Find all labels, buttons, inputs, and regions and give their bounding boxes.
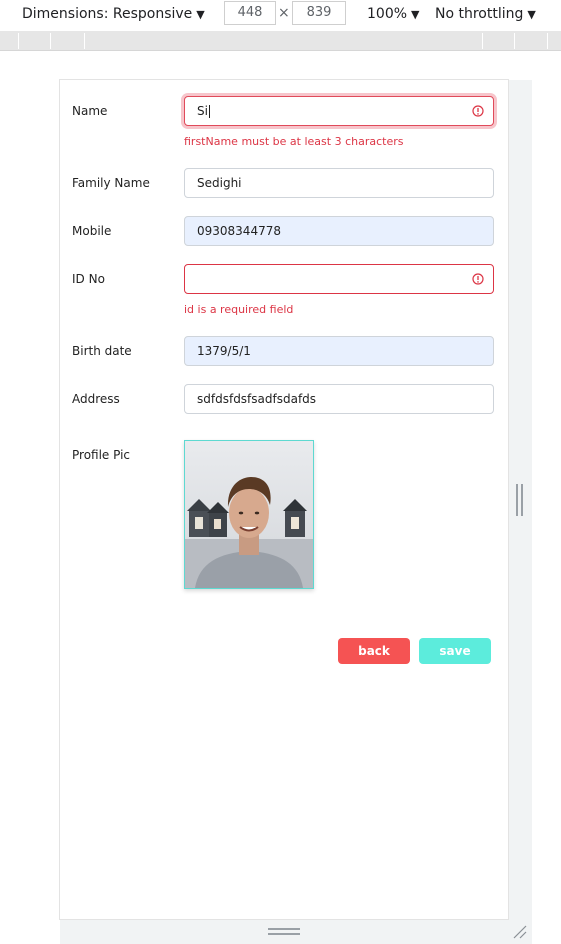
family-name-input[interactable]: Sedighi [184, 168, 494, 198]
zoom-dropdown[interactable]: 100% ▼ [367, 0, 420, 28]
name-label: Name [72, 104, 108, 118]
media-query-bar[interactable] [0, 31, 561, 51]
birth-date-input[interactable]: 1379/5/1 [184, 336, 494, 366]
media-query-tick [547, 33, 548, 49]
profile-photo-image [185, 441, 313, 588]
error-icon [472, 105, 484, 117]
chevron-down-icon: ▼ [527, 8, 536, 21]
name-value: Si [197, 104, 208, 118]
bottom-resize-handle[interactable] [268, 928, 300, 936]
dimensions-dropdown[interactable]: Dimensions: Responsive ▼ [22, 0, 205, 28]
times-sign: × [278, 5, 290, 21]
profile-photo[interactable] [184, 440, 314, 589]
media-query-tick [84, 33, 85, 49]
corner-resize-icon[interactable] [512, 924, 528, 940]
address-label: Address [72, 392, 120, 406]
media-query-tick [18, 33, 19, 49]
width-input[interactable]: 448 [224, 1, 276, 25]
chevron-down-icon: ▼ [411, 8, 420, 21]
text-cursor [208, 105, 210, 118]
zoom-label: 100% [367, 6, 408, 22]
dimensions-label: Dimensions: Responsive [22, 6, 193, 22]
throttling-label: No throttling [435, 6, 524, 22]
right-resize-handle[interactable] [516, 484, 524, 516]
address-input[interactable]: sdfdsfdsfsadfsdafds [184, 384, 494, 414]
id-no-input[interactable] [184, 264, 494, 294]
back-button[interactable]: back [338, 638, 410, 664]
mobile-label: Mobile [72, 224, 112, 238]
profile-pic-label: Profile Pic [72, 448, 131, 462]
birth-date-label: Birth date [72, 344, 132, 358]
id-no-label: ID No [72, 272, 105, 286]
media-query-tick [482, 33, 483, 49]
media-query-tick [514, 33, 515, 49]
chevron-down-icon: ▼ [196, 8, 205, 21]
family-name-label: Family Name [72, 176, 150, 190]
throttling-dropdown[interactable]: No throttling ▼ [435, 0, 536, 28]
mobile-input[interactable]: 09308344778 [184, 216, 494, 246]
height-input[interactable]: 839 [292, 1, 346, 25]
media-query-tick [50, 33, 51, 49]
name-error: firstName must be at least 3 characters [184, 135, 404, 148]
error-icon [472, 273, 484, 285]
device-toolbar: Dimensions: Responsive ▼ 448 × 839 100% ▼ … [0, 0, 561, 28]
name-input[interactable]: Si [184, 96, 494, 126]
save-button[interactable]: save [419, 638, 491, 664]
id-no-error: id is a required field [184, 303, 294, 316]
